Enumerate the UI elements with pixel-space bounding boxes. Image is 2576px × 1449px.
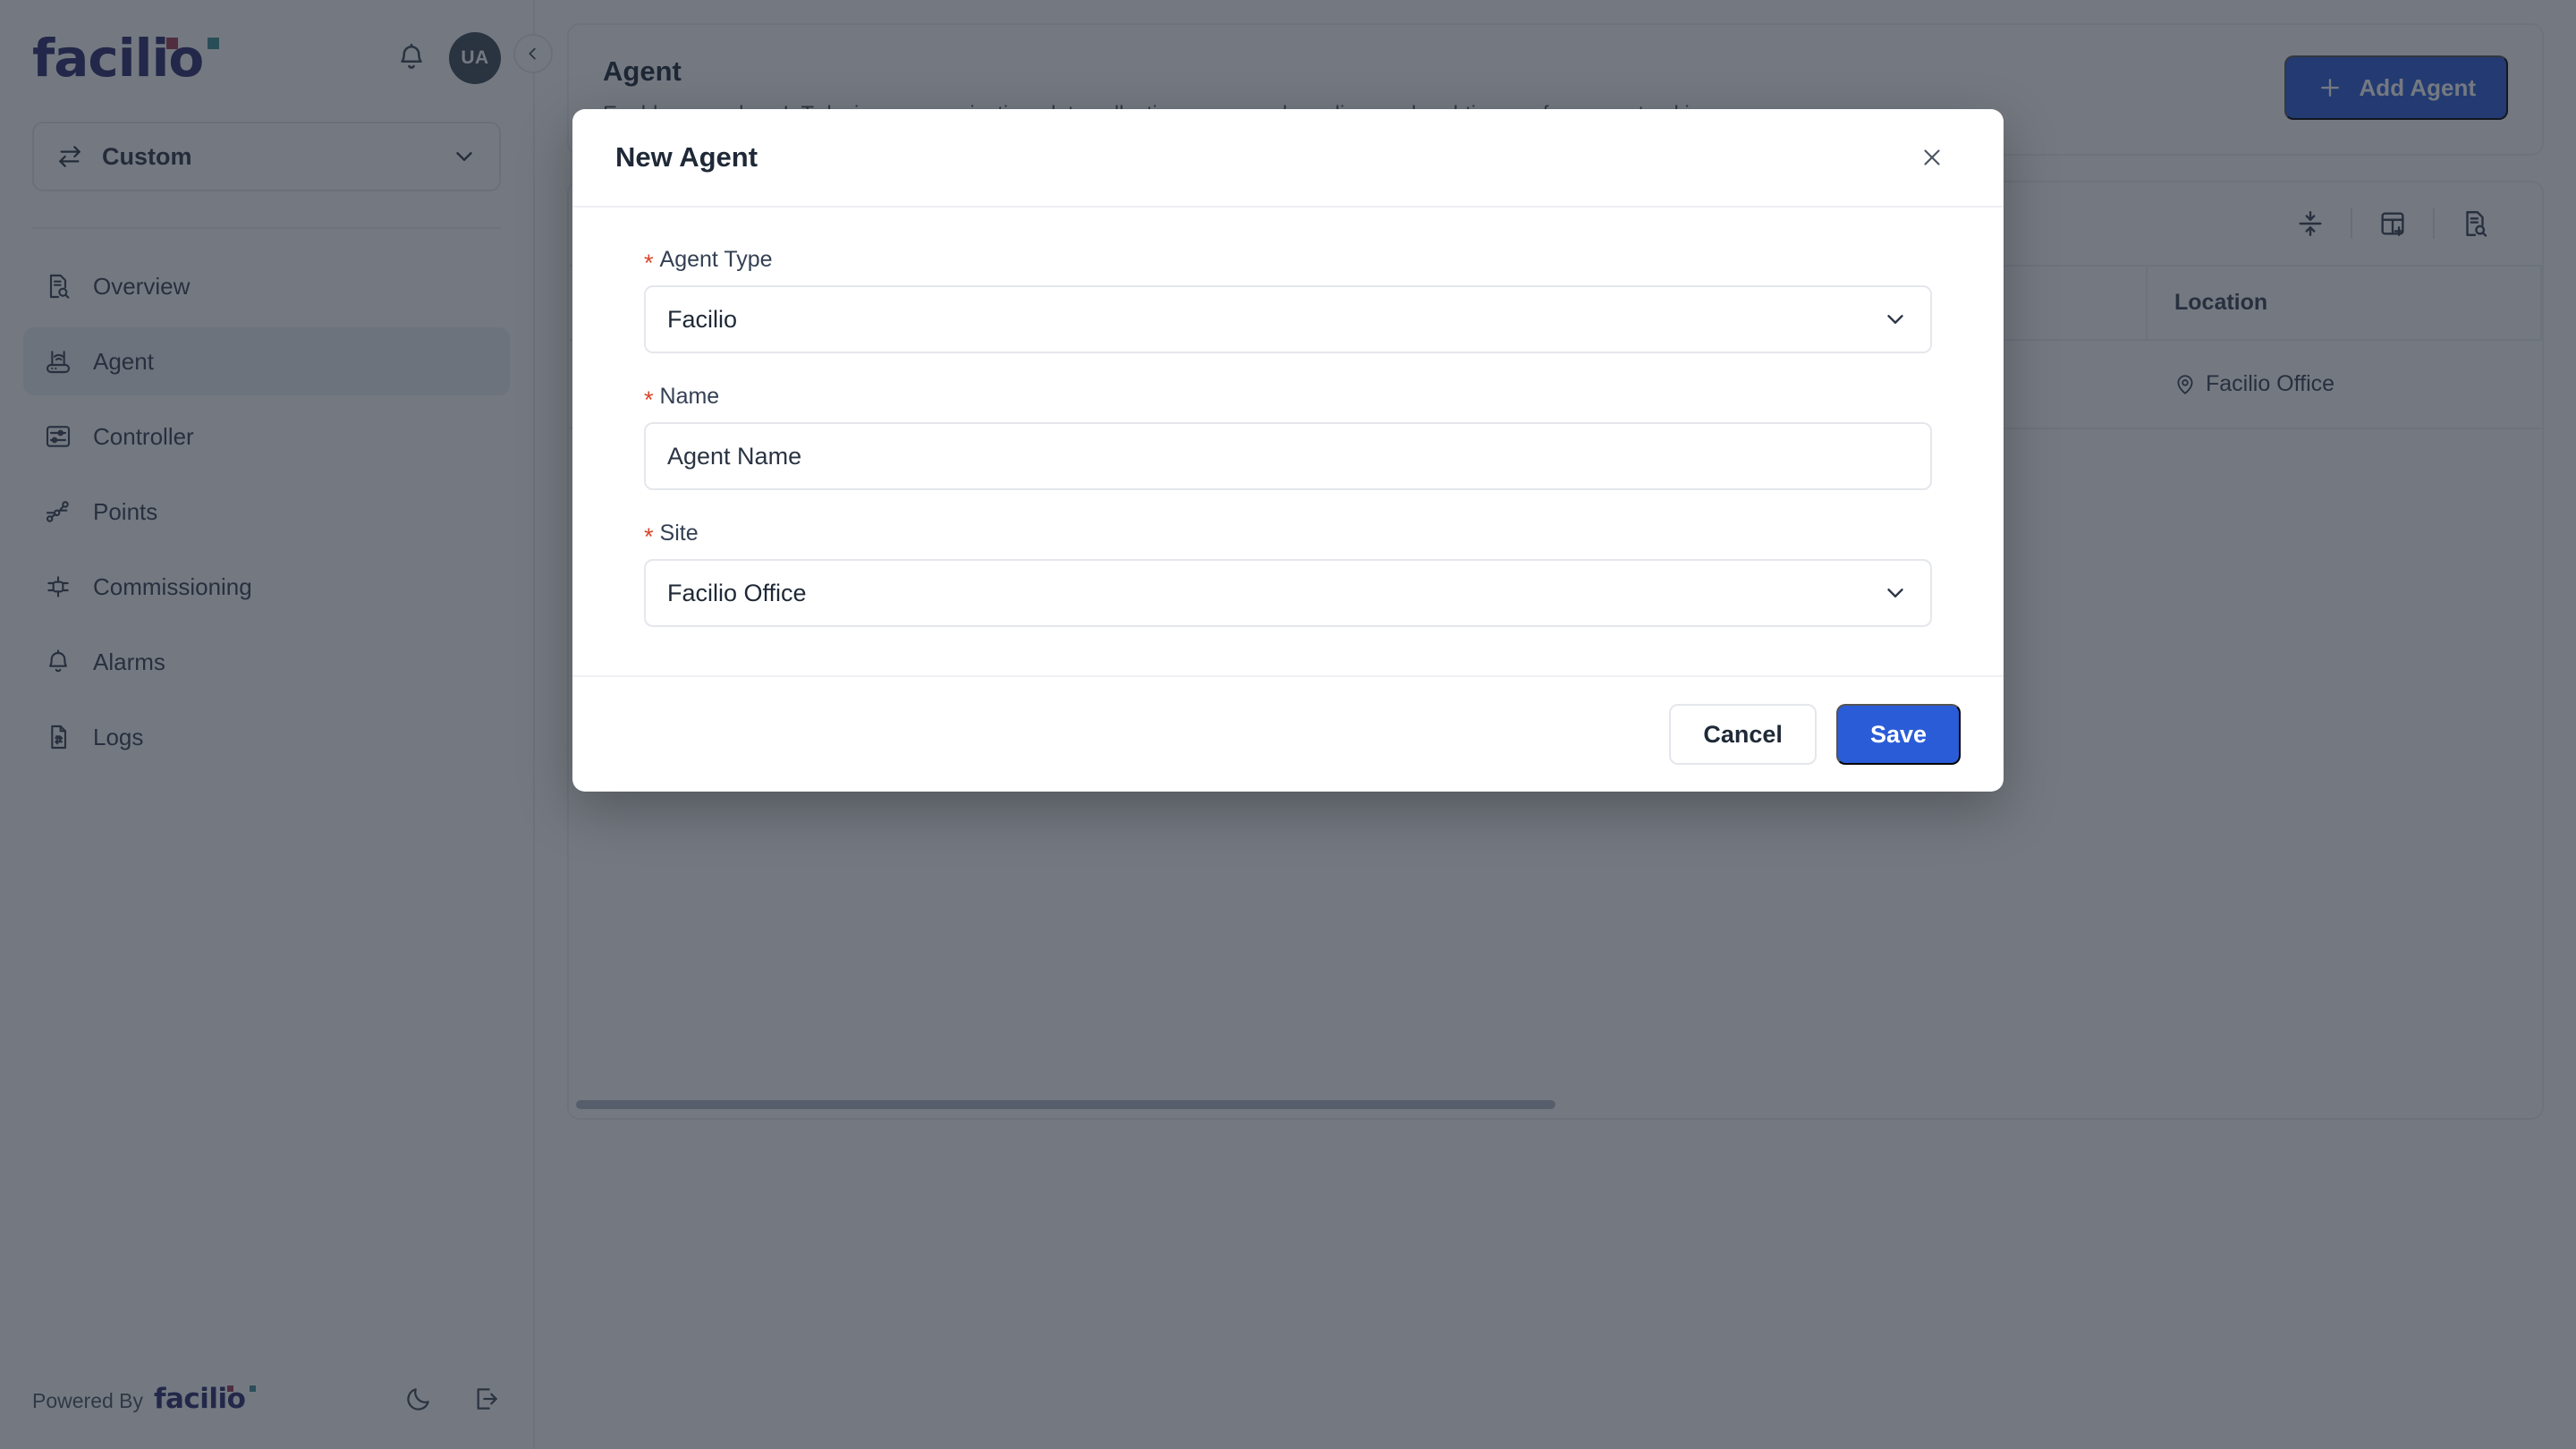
agent-name-input[interactable] (667, 443, 1909, 470)
agent-type-value: Facilio (667, 306, 1882, 334)
close-icon (1919, 144, 1945, 171)
label-text: Name (660, 384, 720, 410)
site-select[interactable]: Facilio Office (644, 559, 1932, 627)
chevron-down-icon (1882, 580, 1909, 606)
field-label-name: * Name (644, 384, 1932, 410)
new-agent-modal: New Agent * Agent Type Facilio (572, 109, 2004, 792)
site-value: Facilio Office (667, 580, 1882, 607)
required-asterisk-icon: * (644, 388, 654, 412)
required-asterisk-icon: * (644, 251, 654, 275)
field-agent-type: * Agent Type Facilio (644, 247, 1932, 353)
modal-footer: Cancel Save (572, 675, 2004, 792)
field-name: * Name (644, 384, 1932, 490)
agent-type-select[interactable]: Facilio (644, 285, 1932, 353)
modal-title: New Agent (615, 141, 758, 174)
field-site: * Site Facilio Office (644, 521, 1932, 627)
app-root: facilio (0, 0, 2576, 1449)
field-label-site: * Site (644, 521, 1932, 547)
modal-header: New Agent (572, 109, 2004, 208)
label-text: Agent Type (660, 247, 773, 273)
name-input-wrapper[interactable] (644, 422, 1932, 490)
cancel-button[interactable]: Cancel (1669, 704, 1817, 765)
modal-close-button[interactable] (1911, 136, 1953, 179)
required-asterisk-icon: * (644, 525, 654, 549)
save-button[interactable]: Save (1836, 704, 1961, 765)
chevron-down-icon (1882, 306, 1909, 333)
modal-body: * Agent Type Facilio * Name (572, 208, 2004, 675)
label-text: Site (660, 521, 699, 547)
field-label-agent-type: * Agent Type (644, 247, 1932, 273)
